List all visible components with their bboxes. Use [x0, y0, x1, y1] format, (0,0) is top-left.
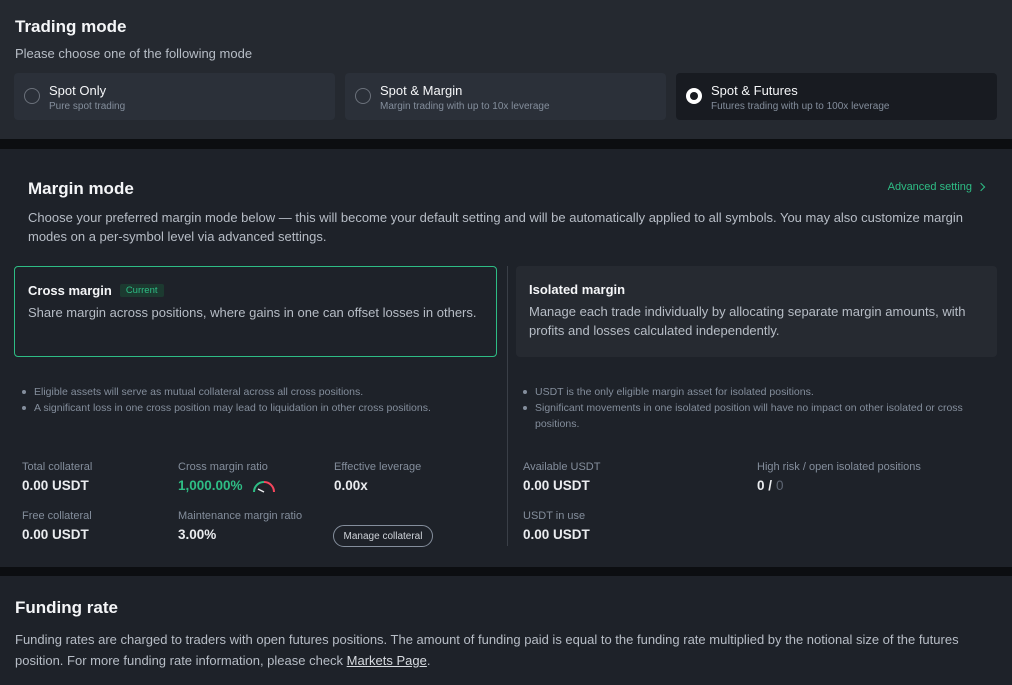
stat-label: Total collateral	[22, 461, 93, 473]
cross-margin-title: Cross margin	[28, 283, 112, 298]
margin-mode-title: Margin mode	[28, 179, 134, 198]
mode-option-desc: Pure spot trading	[49, 101, 126, 112]
margin-mode-section: Margin mode Advanced setting Choose your…	[0, 149, 1012, 567]
stat-label: Available USDT	[523, 461, 601, 473]
stat-value: 0.00 USDT	[22, 478, 89, 493]
radio-selected-icon[interactable]	[686, 88, 702, 104]
trading-mode-subtitle: Please choose one of the following mode	[15, 46, 253, 61]
mode-option-desc: Margin trading with up to 10x leverage	[380, 101, 550, 112]
stat-effective-leverage: Effective leverage 0.00x	[334, 461, 421, 493]
high-risk-count: 0 /	[757, 478, 773, 493]
gauge-icon	[252, 480, 275, 493]
manage-collateral-button[interactable]: Manage collateral	[333, 525, 433, 547]
mode-option-name: Spot & Margin	[380, 83, 463, 98]
stat-value: 0.00 USDT	[523, 527, 590, 542]
markets-page-link[interactable]: Markets Page	[347, 653, 427, 668]
cross-bullets: Eligible assets will serve as mutual col…	[20, 384, 500, 416]
mode-option-name: Spot Only	[49, 83, 107, 98]
mode-option-spot-only[interactable]: Spot Only Pure spot trading	[14, 73, 335, 120]
list-item: Eligible assets will serve as mutual col…	[20, 384, 500, 400]
funding-rate-tail: .	[426, 653, 431, 668]
stat-value: 3.00%	[178, 527, 217, 542]
stat-available-usdt: Available USDT 0.00 USDT	[523, 461, 600, 493]
stat-value-row: 1,000.00%	[178, 478, 277, 493]
open-positions-count: 0	[776, 478, 784, 493]
radio-icon[interactable]	[24, 88, 40, 104]
isolated-bullets: USDT is the only eligible margin asset f…	[521, 384, 991, 432]
isolated-margin-title: Isolated margin	[529, 282, 626, 297]
mode-option-desc: Futures trading with up to 100x leverage	[711, 101, 890, 112]
cross-margin-heading: Cross margin Current	[28, 283, 164, 298]
advanced-setting-label: Advanced setting	[887, 181, 972, 193]
list-item: USDT is the only eligible margin asset f…	[521, 384, 991, 400]
stat-label: USDT in use	[523, 510, 586, 522]
list-item: A significant loss in one cross position…	[20, 400, 500, 416]
margin-mode-description: Choose your preferred margin mode below …	[28, 210, 964, 244]
stat-value: 0.00x	[334, 478, 368, 493]
cross-margin-text: Share margin across positions, where gai…	[28, 305, 477, 320]
stat-maintenance-margin-ratio: Maintenance margin ratio 3.00%	[178, 510, 302, 542]
stat-total-collateral: Total collateral 0.00 USDT	[22, 461, 92, 493]
stat-label: Free collateral	[22, 510, 92, 522]
advanced-setting-link[interactable]: Advanced setting	[887, 181, 986, 193]
isolated-margin-heading: Isolated margin	[529, 282, 625, 297]
radio-icon[interactable]	[355, 88, 371, 104]
stat-label: Effective leverage	[334, 461, 422, 473]
funding-rate-title: Funding rate	[15, 598, 118, 617]
stat-value: 0.00 USDT	[22, 527, 89, 542]
chevron-right-icon	[976, 182, 986, 192]
cross-ratio-value: 1,000.00%	[178, 478, 243, 493]
cross-margin-card[interactable]: Cross margin Current Share margin across…	[14, 266, 497, 357]
current-badge: Current	[119, 284, 164, 297]
mode-option-spot-margin[interactable]: Spot & Margin Margin trading with up to …	[345, 73, 666, 120]
trading-mode-title: Trading mode	[15, 17, 127, 36]
list-item: Significant movements in one isolated po…	[521, 400, 991, 432]
stat-label: High risk / open isolated positions	[757, 461, 921, 473]
funding-rate-text: Funding rates are charged to traders wit…	[15, 629, 995, 671]
stat-value: 0.00 USDT	[523, 478, 590, 493]
stat-value-row: 0 / 0	[757, 478, 921, 493]
stat-usdt-in-use: USDT in use 0.00 USDT	[523, 510, 590, 542]
funding-rate-section: Funding rate Funding rates are charged t…	[0, 576, 1012, 685]
stat-label: Cross margin ratio	[178, 461, 268, 473]
funding-rate-body: Funding rates are charged to traders wit…	[15, 632, 959, 668]
column-divider	[507, 266, 508, 546]
mode-option-name: Spot & Futures	[711, 83, 798, 98]
stat-free-collateral: Free collateral 0.00 USDT	[22, 510, 92, 542]
isolated-margin-card[interactable]: Isolated margin Manage each trade indivi…	[516, 266, 997, 357]
stat-high-risk-positions: High risk / open isolated positions 0 / …	[757, 461, 921, 493]
mode-option-spot-futures[interactable]: Spot & Futures Futures trading with up t…	[676, 73, 997, 120]
stat-cross-margin-ratio: Cross margin ratio 1,000.00%	[178, 461, 277, 493]
isolated-margin-text: Manage each trade individually by alloca…	[529, 304, 966, 338]
trading-mode-section: Trading mode Please choose one of the fo…	[0, 0, 1012, 139]
stat-label: Maintenance margin ratio	[178, 510, 303, 522]
